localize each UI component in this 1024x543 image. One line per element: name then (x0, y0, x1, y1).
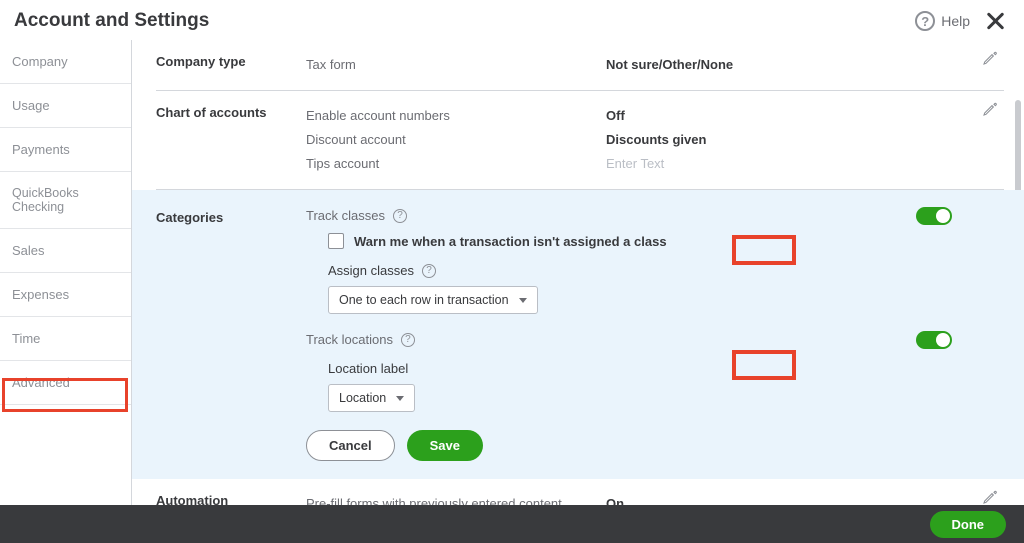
location-label-label: Location label (328, 361, 1004, 376)
assign-classes-label: Assign classes (328, 263, 414, 278)
section-title-automation: Automation (156, 491, 306, 505)
edit-icon[interactable] (982, 50, 998, 66)
section-company-type: Company type Tax form Not sure/Other/Non… (156, 40, 1004, 91)
content-area: Company type Tax form Not sure/Other/Non… (132, 40, 1024, 505)
close-icon[interactable] (984, 10, 1006, 32)
help-icon[interactable]: ? (422, 264, 436, 278)
edit-icon[interactable] (982, 489, 998, 505)
location-label-select[interactable]: Location (328, 384, 415, 412)
field-value-enable-numbers: Off (606, 108, 625, 123)
track-classes-toggle[interactable] (916, 207, 952, 225)
field-label-prefill: Pre-fill forms with previously entered c… (306, 496, 606, 506)
section-title-company-type: Company type (156, 52, 306, 76)
field-value-tax-form: Not sure/Other/None (606, 57, 733, 72)
field-placeholder-tips: Enter Text (606, 156, 664, 171)
track-classes-label: Track classes (306, 208, 385, 223)
sidebar-item-expenses[interactable]: Expenses (0, 273, 131, 317)
chevron-down-icon (519, 298, 527, 303)
section-title-categories: Categories (156, 208, 306, 461)
edit-icon[interactable] (982, 101, 998, 117)
sidebar-item-usage[interactable]: Usage (0, 84, 131, 128)
field-label-discount: Discount account (306, 132, 606, 147)
done-button[interactable]: Done (930, 511, 1007, 538)
sidebar-item-time[interactable]: Time (0, 317, 131, 361)
sidebar-item-sales[interactable]: Sales (0, 229, 131, 273)
sidebar-item-quickbooks-checking[interactable]: QuickBooks Checking (0, 172, 131, 229)
sidebar: Company Usage Payments QuickBooks Checki… (0, 40, 132, 505)
track-locations-label: Track locations (306, 332, 393, 347)
cancel-button[interactable]: Cancel (306, 430, 395, 461)
help-icon[interactable]: ? (393, 209, 407, 223)
field-value-prefill: On (606, 496, 624, 506)
sidebar-item-advanced[interactable]: Advanced (0, 361, 131, 405)
section-chart-of-accounts: Chart of accounts Enable account numbers… (156, 91, 1004, 190)
help-icon: ? (915, 11, 935, 31)
sidebar-item-payments[interactable]: Payments (0, 128, 131, 172)
warn-unassigned-class-checkbox[interactable] (328, 233, 344, 249)
field-label-enable-numbers: Enable account numbers (306, 108, 606, 123)
help-link[interactable]: ? Help (915, 11, 970, 31)
section-automation: Automation Pre-fill forms with previousl… (156, 479, 1004, 505)
warn-unassigned-class-label: Warn me when a transaction isn't assigne… (354, 234, 667, 249)
field-value-discount: Discounts given (606, 132, 706, 147)
help-label: Help (941, 13, 970, 29)
field-label-tips: Tips account (306, 156, 606, 171)
section-title-chart: Chart of accounts (156, 103, 306, 175)
footer-bar: Done (0, 505, 1024, 543)
page-title: Account and Settings (14, 10, 209, 32)
sidebar-item-company[interactable]: Company (0, 40, 131, 84)
section-categories: Categories Track classes ? Warn me when … (132, 190, 1024, 479)
track-locations-toggle[interactable] (916, 331, 952, 349)
location-label-value: Location (339, 391, 386, 405)
assign-classes-select[interactable]: One to each row in transaction (328, 286, 538, 314)
chevron-down-icon (396, 396, 404, 401)
assign-classes-value: One to each row in transaction (339, 293, 509, 307)
help-icon[interactable]: ? (401, 333, 415, 347)
save-button[interactable]: Save (407, 430, 483, 461)
field-label-tax-form: Tax form (306, 57, 606, 72)
